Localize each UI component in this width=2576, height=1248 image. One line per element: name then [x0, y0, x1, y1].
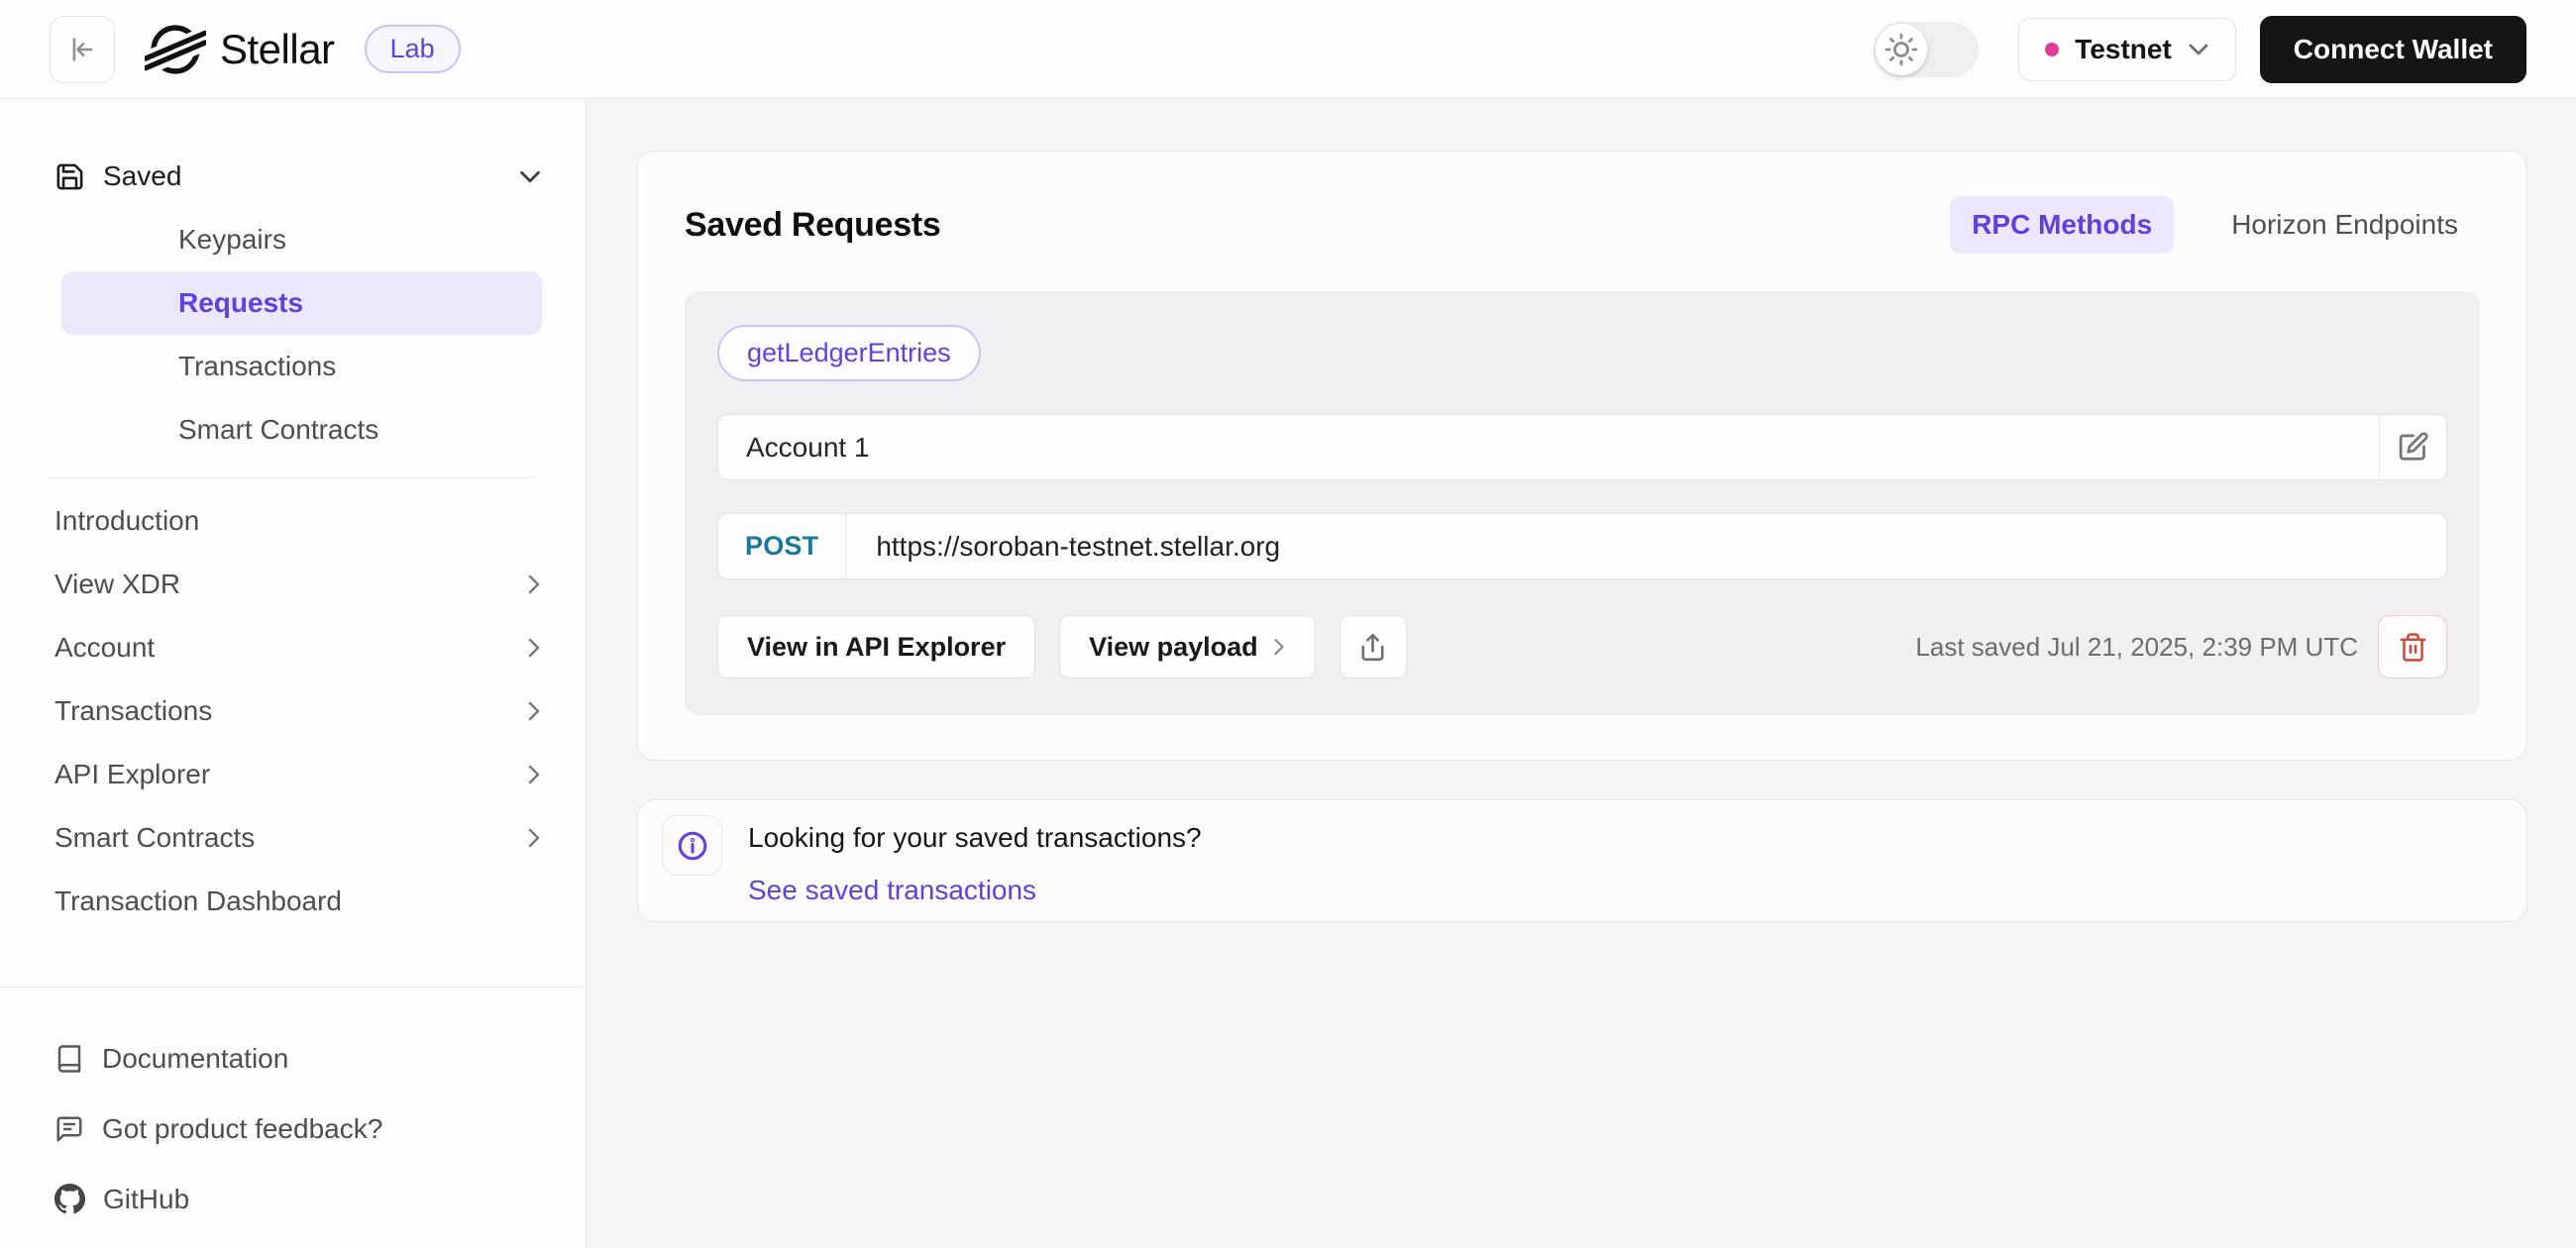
brand-name: Stellar: [220, 25, 335, 72]
sidebar-item-label: Transactions: [54, 695, 213, 726]
tab-horizon-endpoints[interactable]: Horizon Endpoints: [2209, 196, 2480, 254]
chevron-right-icon: [526, 572, 542, 596]
delete-request-button[interactable]: [2378, 615, 2447, 678]
chevron-down-icon: [518, 168, 542, 185]
sidebar-link-documentation[interactable]: Documentation: [0, 1023, 586, 1093]
lab-badge: Lab: [364, 25, 461, 73]
page-title: Saved Requests: [685, 205, 941, 244]
info-message: Looking for your saved transactions?: [748, 822, 1202, 853]
sidebar-item-label: Smart Contracts: [178, 414, 379, 445]
share-request-button[interactable]: [1339, 615, 1407, 678]
sidebar-item-label: Introduction: [54, 505, 200, 536]
saved-request-item: getLedgerEntries Account 1 POST https://…: [685, 291, 2480, 715]
chevron-down-icon: [2188, 42, 2209, 57]
request-actions: View in API Explorer View payload Last s…: [717, 615, 2447, 678]
network-selector[interactable]: Testnet: [2018, 17, 2236, 81]
sidebar-item-label: View XDR: [54, 569, 181, 599]
connect-wallet-button[interactable]: Connect Wallet: [2259, 15, 2526, 83]
stellar-logo-icon: [145, 19, 206, 80]
trash-icon: [2398, 632, 2428, 663]
sidebar-nav: Saved Keypairs Requests Transactions Sma…: [0, 99, 586, 987]
info-icon-tile: [662, 815, 722, 876]
chevron-right-icon: [526, 636, 542, 660]
sidebar-item-label: Transaction Dashboard: [54, 885, 343, 916]
chevron-right-icon: [526, 699, 542, 723]
info-icon: [676, 829, 709, 863]
rpc-method-badge: getLedgerEntries: [717, 325, 981, 381]
sidebar-link-label: Got product feedback?: [102, 1112, 383, 1144]
last-saved-timestamp: Last saved Jul 21, 2025, 2:39 PM UTC: [1915, 631, 2358, 662]
main-content: Saved Requests RPC Methods Horizon Endpo…: [587, 99, 2576, 1248]
network-label: Testnet: [2075, 33, 2172, 64]
button-label: View payload: [1089, 631, 1258, 662]
collapse-sidebar-icon: [67, 35, 97, 64]
sidebar-item-introduction[interactable]: Introduction: [0, 489, 586, 553]
request-url-field: POST https://soroban-testnet.stellar.org: [717, 513, 2447, 579]
sidebar-footer: Documentation Got product feedback? GitH…: [0, 987, 586, 1248]
chevron-right-icon: [1272, 637, 1286, 657]
save-icon: [54, 161, 85, 192]
theme-toggle[interactable]: [1874, 21, 1980, 77]
feedback-bubble-icon: [54, 1114, 84, 1144]
see-saved-transactions-link[interactable]: See saved transactions: [748, 875, 1036, 906]
request-url-value: https://soroban-testnet.stellar.org: [876, 530, 1281, 562]
view-payload-button[interactable]: View payload: [1059, 615, 1316, 678]
sidebar-group-saved[interactable]: Saved: [0, 145, 586, 208]
sidebar-item-smart-contracts[interactable]: Smart Contracts: [0, 806, 586, 870]
sidebar-item-label: Smart Contracts: [54, 822, 256, 853]
sidebar-link-label: GitHub: [103, 1183, 190, 1214]
saved-requests-card: Saved Requests RPC Methods Horizon Endpo…: [637, 151, 2527, 761]
theme-toggle-knob: [1876, 23, 1928, 75]
request-name-field[interactable]: Account 1: [717, 414, 2447, 480]
sidebar-item-label: Account: [54, 632, 156, 663]
sidebar-link-github[interactable]: GitHub: [0, 1164, 586, 1234]
brand-logo[interactable]: Stellar Lab: [145, 19, 461, 80]
sidebar-group-label: Saved: [103, 160, 182, 191]
share-icon: [1357, 632, 1388, 663]
request-type-tabs: RPC Methods Horizon Endpoints: [1950, 196, 2480, 254]
edit-pencil-icon: [2397, 431, 2429, 464]
sidebar-item-requests[interactable]: Requests: [61, 271, 542, 335]
sidebar-divider: [50, 477, 536, 478]
sun-icon: [1884, 33, 1918, 66]
tab-rpc-methods[interactable]: RPC Methods: [1950, 196, 2175, 254]
book-icon: [54, 1044, 84, 1074]
app-header: Stellar Lab Testnet Connect Wallet: [0, 0, 2576, 99]
sidebar-item-label: Transactions: [178, 351, 337, 381]
sidebar-item-view-xdr[interactable]: View XDR: [0, 553, 586, 616]
sidebar-item-label: Requests: [178, 287, 304, 318]
sidebar-item-account[interactable]: Account: [0, 616, 586, 679]
saved-transactions-info-card: Looking for your saved transactions? See…: [637, 799, 2527, 922]
sidebar-link-feedback[interactable]: Got product feedback?: [0, 1093, 586, 1164]
sidebar-link-label: Documentation: [102, 1042, 289, 1074]
sidebar: Saved Keypairs Requests Transactions Sma…: [0, 99, 587, 1248]
sidebar-item-label: API Explorer: [54, 759, 211, 789]
chevron-right-icon: [526, 763, 542, 786]
sidebar-item-api-explorer[interactable]: API Explorer: [0, 743, 586, 806]
sidebar-item-smart-contracts-saved[interactable]: Smart Contracts: [61, 398, 542, 462]
request-name-value: Account 1: [746, 431, 870, 463]
edit-name-button[interactable]: [2380, 415, 2446, 479]
sidebar-item-transactions[interactable]: Transactions: [0, 679, 586, 743]
sidebar-collapse-button[interactable]: [50, 15, 115, 83]
view-in-api-explorer-button[interactable]: View in API Explorer: [717, 615, 1036, 678]
github-icon: [54, 1184, 85, 1214]
button-label: View in API Explorer: [747, 631, 1007, 662]
sidebar-item-transaction-dashboard[interactable]: Transaction Dashboard: [0, 870, 586, 933]
http-method-label: POST: [745, 531, 819, 561]
network-status-dot: [2045, 42, 2060, 56]
sidebar-item-label: Keypairs: [178, 224, 286, 255]
sidebar-item-transactions-saved[interactable]: Transactions: [61, 335, 542, 398]
sidebar-item-keypairs[interactable]: Keypairs: [61, 208, 542, 271]
chevron-right-icon: [526, 826, 542, 850]
